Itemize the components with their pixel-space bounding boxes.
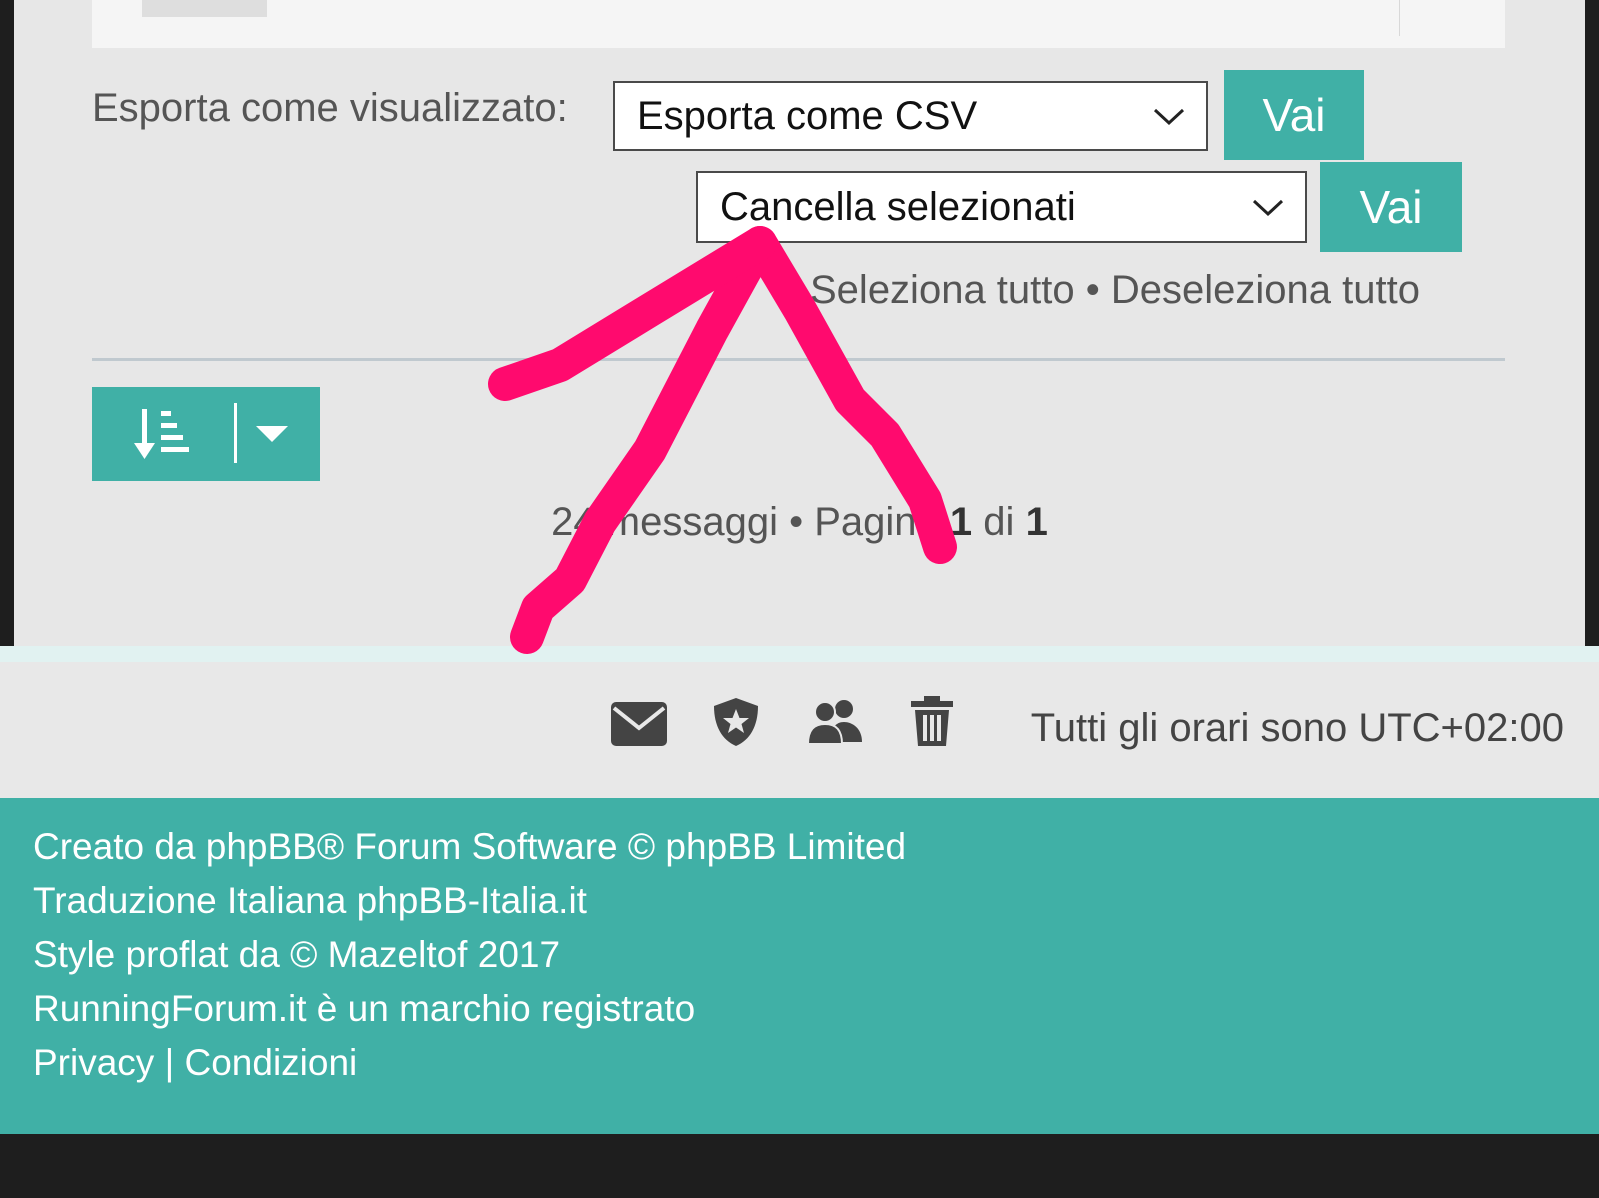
footer-style: Style proflat da © Mazeltof 2017 bbox=[33, 934, 561, 975]
of-word: di bbox=[983, 500, 1015, 544]
deselect-all-link[interactable]: Deseleziona tutto bbox=[1111, 268, 1420, 312]
moderation-go-button[interactable]: Vai bbox=[1320, 162, 1462, 252]
moderation-action-select[interactable]: Cancella selezionati bbox=[696, 171, 1307, 243]
top-tab-stub bbox=[142, 0, 267, 17]
page-word: Pagina bbox=[814, 500, 939, 544]
chevron-down-icon bbox=[1252, 199, 1284, 217]
top-strip bbox=[92, 0, 1505, 48]
post-count: 24 messaggi bbox=[551, 500, 778, 544]
selection-links: Seleziona tutto • Deseleziona tutto bbox=[810, 268, 1420, 313]
envelope-icon[interactable] bbox=[611, 702, 667, 746]
trash-icon[interactable] bbox=[910, 696, 954, 748]
sort-amount-down-icon bbox=[134, 409, 189, 459]
users-icon[interactable] bbox=[806, 698, 864, 744]
moderation-action-value: Cancella selezionati bbox=[720, 184, 1076, 229]
footer-translation: Traduzione Italiana phpBB-Italia.it bbox=[33, 880, 587, 921]
footer-credit: Creato da phpBB® Forum Software © phpBB … bbox=[33, 826, 907, 867]
footer-links-divider: | bbox=[164, 1042, 175, 1083]
site-footer: Creato da phpBB® Forum Software © phpBB … bbox=[0, 798, 1599, 1134]
sort-button[interactable] bbox=[92, 387, 320, 481]
footer-trademark: RunningForum.it è un marchio registrato bbox=[33, 988, 696, 1029]
terms-link[interactable]: Condizioni bbox=[185, 1042, 358, 1083]
footer-navbar: Tutti gli orari sono UTC+02:00 bbox=[0, 662, 1599, 798]
pagination-separator: • bbox=[789, 500, 804, 544]
pagination-summary: 24 messaggi • Pagina 1 di 1 bbox=[0, 500, 1599, 545]
top-strip-divider bbox=[1399, 0, 1400, 36]
sort-button-divider bbox=[234, 403, 237, 463]
export-label: Esporta come visualizzato: bbox=[92, 86, 568, 130]
caret-down-icon[interactable] bbox=[254, 423, 290, 445]
section-divider bbox=[92, 358, 1505, 361]
export-format-value: Esporta come CSV bbox=[637, 93, 978, 138]
select-all-link[interactable]: Seleziona tutto bbox=[810, 268, 1075, 312]
current-page: 1 bbox=[949, 500, 973, 544]
export-format-select[interactable]: Esporta come CSV bbox=[613, 81, 1208, 151]
shield-icon[interactable] bbox=[712, 696, 760, 748]
chevron-down-icon bbox=[1153, 108, 1185, 126]
selection-separator: • bbox=[1085, 268, 1100, 312]
total-pages: 1 bbox=[1025, 500, 1048, 544]
separator-band bbox=[0, 646, 1599, 662]
timezone-text: Tutti gli orari sono UTC+02:00 bbox=[1030, 706, 1564, 750]
footer-links: Privacy | Condizioni bbox=[33, 1042, 357, 1084]
export-go-button[interactable]: Vai bbox=[1224, 70, 1364, 160]
privacy-link[interactable]: Privacy bbox=[33, 1042, 154, 1083]
